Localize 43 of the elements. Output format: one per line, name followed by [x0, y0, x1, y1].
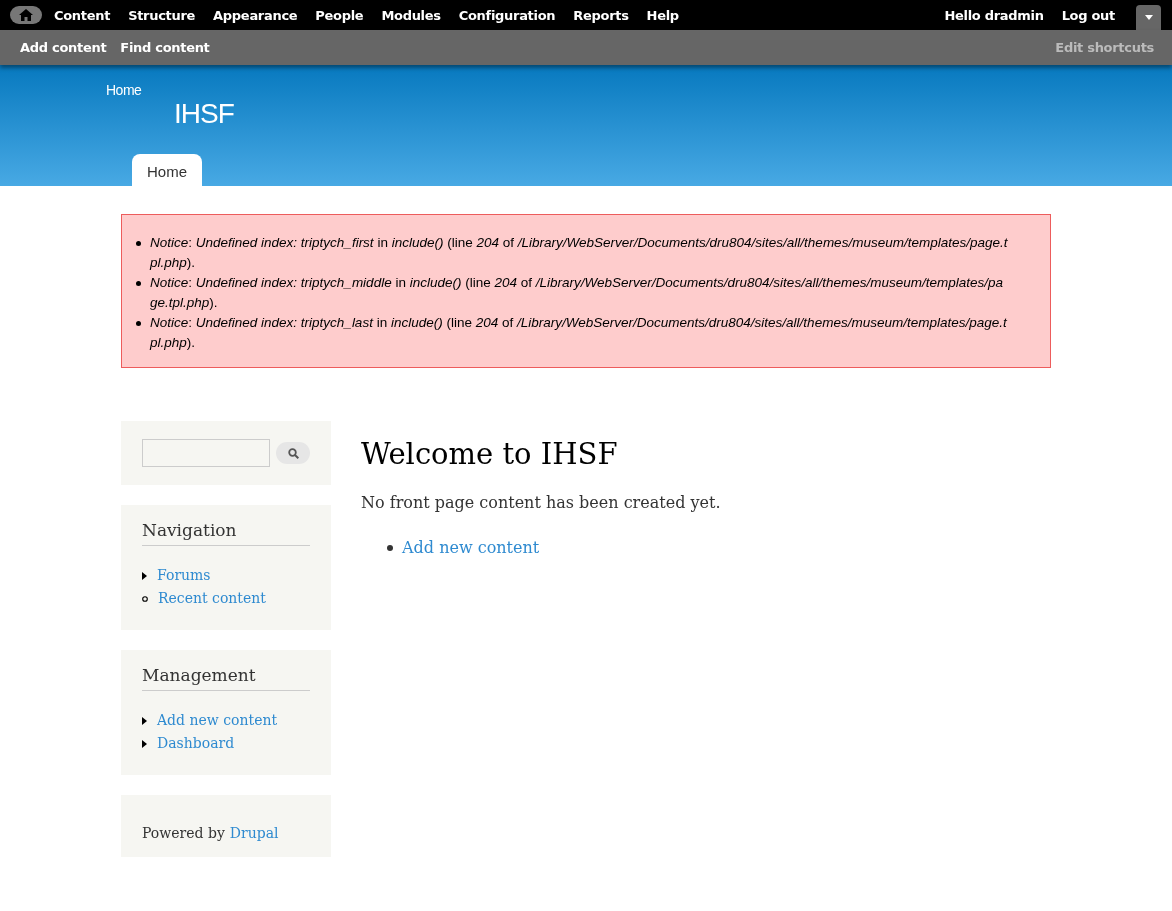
search-field[interactable]	[142, 439, 270, 467]
menu-link[interactable]: Forums	[157, 564, 211, 587]
bullet-icon	[136, 281, 141, 286]
logout-link[interactable]: Log out	[1052, 7, 1124, 23]
breadcrumb-link[interactable]: Home	[106, 82, 142, 98]
site-name[interactable]: IHSF	[174, 98, 234, 130]
shortcut-link[interactable]: Add content	[20, 40, 107, 55]
toolbar-menu-link[interactable]: Content	[45, 7, 120, 23]
shortcuts-toggle-button[interactable]	[1136, 5, 1161, 30]
home-tab[interactable]: Home	[132, 154, 202, 186]
bullet-icon	[387, 545, 393, 551]
menu-link[interactable]: Recent content	[158, 587, 266, 610]
caret-icon	[1144, 15, 1153, 20]
add-content-link[interactable]: Add new content	[402, 538, 540, 557]
toolbar-menu-link[interactable]: Reports	[564, 7, 638, 23]
search-icon	[287, 447, 299, 459]
block-title: Management	[142, 665, 310, 691]
error-message: Notice: Undefined index: triptych_last in include() (line 204 of /Library/WebServer/Documents/dru804/sites/all/themes/museum/templates/page.tpl.php).	[150, 314, 1008, 352]
error-message: Notice: Undefined index: triptych_middle in include() (line 204 of /Library/WebServer/Documents/dru804/sites/all/themes/museum/templates/page.tpl.php).	[150, 274, 1004, 312]
toolbar-menu-link[interactable]: Structure	[119, 7, 205, 23]
menu-link[interactable]: Dashboard	[157, 732, 235, 755]
toolbar-menu-link[interactable]: Appearance	[204, 7, 307, 23]
drupal-link[interactable]: Drupal	[229, 825, 279, 841]
error-message: Notice: Undefined index: triptych_first in include() (line 204 of /Library/WebServer/Documents/dru804/sites/all/themes/museum/templates/page.tpl.php).	[150, 234, 1009, 272]
block-title: Navigation	[142, 520, 310, 546]
bullet-icon	[142, 595, 148, 602]
powered-by-text: Powered by	[142, 825, 225, 841]
page-text: No front page content has been created yet.	[361, 493, 721, 512]
shortcut-link[interactable]: Find content	[120, 40, 210, 55]
search-button[interactable]	[276, 442, 310, 464]
toolbar-menu-link[interactable]: People	[306, 7, 373, 23]
user-link[interactable]: Hello dradmin	[935, 7, 1053, 23]
home-icon	[19, 9, 33, 21]
collapsed-arrow-icon	[142, 739, 147, 748]
bullet-icon	[136, 321, 141, 326]
collapsed-arrow-icon	[142, 571, 147, 580]
collapsed-arrow-icon	[142, 716, 147, 725]
home-button[interactable]	[10, 6, 42, 24]
bullet-icon	[136, 241, 141, 246]
toolbar-menu-link[interactable]: Configuration	[449, 7, 565, 23]
page-title: Welcome to IHSF	[361, 437, 619, 471]
toolbar-menu-link[interactable]: Help	[637, 7, 688, 23]
toolbar-menu-link[interactable]: Modules	[372, 7, 450, 23]
